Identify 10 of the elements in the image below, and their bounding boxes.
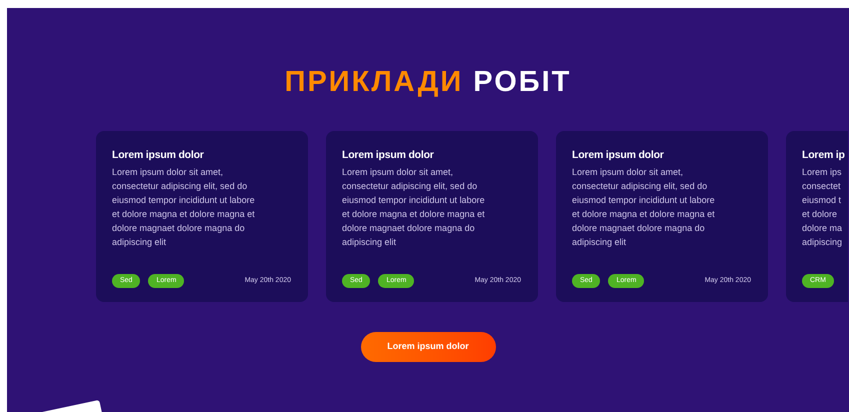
section-heading: ПРИКЛАДИ РОБІТ [284,65,572,100]
cta-button[interactable]: Lorem ipsum dolor [360,332,496,362]
card-title: Lorem ipsum dolor [342,148,435,162]
card-description: Lorem ipsum dolor sit amet, consectetur adipiscing elit, sed do eiusmod tempor incididunt ut labore et dolore magna et dolore magna et dolore magnaet dolore magna do adipiscing elit [342,166,486,249]
card-title: Lorem ipsum dolor [572,148,665,162]
card-title: Lorem ipsum dolor [112,148,205,162]
card-title: Lorem ip [802,148,846,162]
card-description: Lorem ips consectet eiusmod t et dolore dolore ma adipiscing [802,166,844,249]
card-description: Lorem ipsum dolor sit amet, consectetur adipiscing elit, sed do eiusmod tempor incididunt ut labore et dolore magna et dolore magna et dolore magnaet dolore magna do adipiscing elit [572,166,716,249]
card-description: Lorem ipsum dolor sit amet, consectetur adipiscing elit, sed do eiusmod tempor incididunt ut labore et dolore magna et dolore magna et dolore magnaet dolore magna do adipiscing elit [112,166,256,249]
